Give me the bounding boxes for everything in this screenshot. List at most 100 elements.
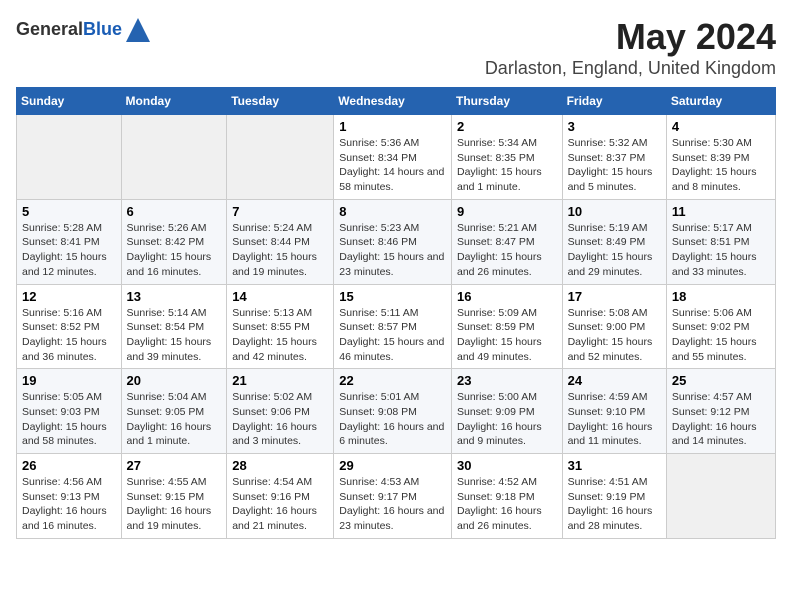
calendar-cell: 2 Sunrise: 5:34 AMSunset: 8:35 PMDaylight… — [451, 115, 562, 200]
calendar-week-row: 26 Sunrise: 4:56 AMSunset: 9:13 PMDayligh… — [17, 454, 776, 539]
calendar-cell — [227, 115, 334, 200]
day-number: 2 — [457, 119, 557, 134]
day-info: Sunrise: 5:19 AMSunset: 8:49 PMDaylight:… — [568, 221, 661, 280]
day-number: 29 — [339, 458, 446, 473]
day-info: Sunrise: 4:59 AMSunset: 9:10 PMDaylight:… — [568, 390, 661, 449]
day-number: 18 — [672, 289, 770, 304]
calendar-cell: 1Sunrise: 5:36 AMSunset: 8:34 PMDaylight… — [334, 115, 452, 200]
calendar-cell — [17, 115, 122, 200]
day-info: Sunrise: 4:54 AMSunset: 9:16 PMDaylight:… — [232, 475, 328, 534]
day-info: Sunrise: 5:01 AMSunset: 9:08 PMDaylight:… — [339, 390, 446, 449]
day-info: Sunrise: 5:09 AMSunset: 8:59 PMDaylight:… — [457, 306, 557, 365]
calendar-cell: 14 Sunrise: 5:13 AMSunset: 8:55 PMDayligh… — [227, 284, 334, 369]
day-number: 8 — [339, 204, 446, 219]
weekday-header: Sunday — [17, 88, 122, 115]
day-number: 24 — [568, 373, 661, 388]
day-number: 7 — [232, 204, 328, 219]
calendar-week-row: 12 Sunrise: 5:16 AMSunset: 8:52 PMDayligh… — [17, 284, 776, 369]
day-info: Sunrise: 5:13 AMSunset: 8:55 PMDaylight:… — [232, 306, 328, 365]
day-info: Sunrise: 5:28 AMSunset: 8:41 PMDaylight:… — [22, 221, 116, 280]
day-number: 21 — [232, 373, 328, 388]
day-number: 17 — [568, 289, 661, 304]
day-info: Sunrise: 4:53 AMSunset: 9:17 PMDaylight:… — [339, 475, 446, 534]
calendar-cell: 10 Sunrise: 5:19 AMSunset: 8:49 PMDayligh… — [562, 199, 666, 284]
day-info: Sunrise: 5:00 AMSunset: 9:09 PMDaylight:… — [457, 390, 557, 449]
logo-icon — [124, 16, 152, 44]
day-info: Sunrise: 5:16 AMSunset: 8:52 PMDaylight:… — [22, 306, 116, 365]
calendar-cell: 3 Sunrise: 5:32 AMSunset: 8:37 PMDaylight… — [562, 115, 666, 200]
day-number: 5 — [22, 204, 116, 219]
subtitle: Darlaston, England, United Kingdom — [485, 58, 776, 79]
day-number: 14 — [232, 289, 328, 304]
day-number: 6 — [127, 204, 222, 219]
calendar-cell: 7 Sunrise: 5:24 AMSunset: 8:44 PMDaylight… — [227, 199, 334, 284]
day-info: Sunrise: 4:55 AMSunset: 9:15 PMDaylight:… — [127, 475, 222, 534]
logo-text: GeneralBlue — [16, 20, 122, 40]
day-number: 26 — [22, 458, 116, 473]
calendar-cell: 30 Sunrise: 4:52 AMSunset: 9:18 PMDayligh… — [451, 454, 562, 539]
day-info: Sunrise: 5:34 AMSunset: 8:35 PMDaylight:… — [457, 136, 557, 195]
day-number: 20 — [127, 373, 222, 388]
day-info: Sunrise: 5:06 AMSunset: 9:02 PMDaylight:… — [672, 306, 770, 365]
calendar-cell: 21 Sunrise: 5:02 AMSunset: 9:06 PMDayligh… — [227, 369, 334, 454]
day-number: 23 — [457, 373, 557, 388]
calendar-cell: 29 Sunrise: 4:53 AMSunset: 9:17 PMDayligh… — [334, 454, 452, 539]
weekday-header: Monday — [121, 88, 227, 115]
day-number: 22 — [339, 373, 446, 388]
day-number: 16 — [457, 289, 557, 304]
day-info: Sunrise: 5:30 AMSunset: 8:39 PMDaylight:… — [672, 136, 770, 195]
day-info: Sunrise: 4:52 AMSunset: 9:18 PMDaylight:… — [457, 475, 557, 534]
day-info: Sunrise: 5:24 AMSunset: 8:44 PMDaylight:… — [232, 221, 328, 280]
calendar-cell: 8Sunrise: 5:23 AMSunset: 8:46 PMDaylight… — [334, 199, 452, 284]
weekday-header: Friday — [562, 88, 666, 115]
day-info: Sunrise: 4:56 AMSunset: 9:13 PMDaylight:… — [22, 475, 116, 534]
title-block: May 2024 Darlaston, England, United King… — [485, 16, 776, 79]
logo: GeneralBlue — [16, 16, 152, 44]
calendar-cell: 20Sunrise: 5:04 AMSunset: 9:05 PMDayligh… — [121, 369, 227, 454]
calendar-cell: 27 Sunrise: 4:55 AMSunset: 9:15 PMDayligh… — [121, 454, 227, 539]
calendar-cell: 26 Sunrise: 4:56 AMSunset: 9:13 PMDayligh… — [17, 454, 122, 539]
day-number: 27 — [127, 458, 222, 473]
calendar-cell: 23 Sunrise: 5:00 AMSunset: 9:09 PMDayligh… — [451, 369, 562, 454]
calendar-cell — [121, 115, 227, 200]
day-number: 1 — [339, 119, 446, 134]
calendar-cell — [666, 454, 775, 539]
calendar-week-row: 19Sunrise: 5:05 AMSunset: 9:03 PMDayligh… — [17, 369, 776, 454]
calendar-cell: 4Sunrise: 5:30 AMSunset: 8:39 PMDaylight… — [666, 115, 775, 200]
header-section: GeneralBlue May 2024 Darlaston, England,… — [16, 16, 776, 79]
calendar-cell: 25Sunrise: 4:57 AMSunset: 9:12 PMDayligh… — [666, 369, 775, 454]
day-info: Sunrise: 5:02 AMSunset: 9:06 PMDaylight:… — [232, 390, 328, 449]
day-number: 12 — [22, 289, 116, 304]
calendar-week-row: 1Sunrise: 5:36 AMSunset: 8:34 PMDaylight… — [17, 115, 776, 200]
day-info: Sunrise: 5:05 AMSunset: 9:03 PMDaylight:… — [22, 390, 116, 449]
calendar-table: SundayMondayTuesdayWednesdayThursdayFrid… — [16, 87, 776, 539]
calendar-cell: 17Sunrise: 5:08 AMSunset: 9:00 PMDayligh… — [562, 284, 666, 369]
calendar-cell: 16 Sunrise: 5:09 AMSunset: 8:59 PMDayligh… — [451, 284, 562, 369]
day-number: 9 — [457, 204, 557, 219]
day-number: 25 — [672, 373, 770, 388]
day-info: Sunrise: 5:26 AMSunset: 8:42 PMDaylight:… — [127, 221, 222, 280]
day-number: 30 — [457, 458, 557, 473]
calendar-cell: 9 Sunrise: 5:21 AMSunset: 8:47 PMDaylight… — [451, 199, 562, 284]
logo-blue: Blue — [83, 19, 122, 39]
calendar-cell: 5 Sunrise: 5:28 AMSunset: 8:41 PMDaylight… — [17, 199, 122, 284]
weekday-header: Thursday — [451, 88, 562, 115]
weekday-header: Tuesday — [227, 88, 334, 115]
logo-general: General — [16, 19, 83, 39]
day-number: 10 — [568, 204, 661, 219]
calendar-cell: 19Sunrise: 5:05 AMSunset: 9:03 PMDayligh… — [17, 369, 122, 454]
calendar-cell: 12 Sunrise: 5:16 AMSunset: 8:52 PMDayligh… — [17, 284, 122, 369]
weekday-header: Wednesday — [334, 88, 452, 115]
calendar-cell: 22 Sunrise: 5:01 AMSunset: 9:08 PMDayligh… — [334, 369, 452, 454]
day-number: 11 — [672, 204, 770, 219]
calendar-cell: 28Sunrise: 4:54 AMSunset: 9:16 PMDayligh… — [227, 454, 334, 539]
calendar-cell: 31Sunrise: 4:51 AMSunset: 9:19 PMDayligh… — [562, 454, 666, 539]
calendar-cell: 24 Sunrise: 4:59 AMSunset: 9:10 PMDayligh… — [562, 369, 666, 454]
day-info: Sunrise: 5:21 AMSunset: 8:47 PMDaylight:… — [457, 221, 557, 280]
day-number: 31 — [568, 458, 661, 473]
weekday-header-row: SundayMondayTuesdayWednesdayThursdayFrid… — [17, 88, 776, 115]
day-info: Sunrise: 5:32 AMSunset: 8:37 PMDaylight:… — [568, 136, 661, 195]
day-info: Sunrise: 5:14 AMSunset: 8:54 PMDaylight:… — [127, 306, 222, 365]
weekday-header: Saturday — [666, 88, 775, 115]
day-number: 3 — [568, 119, 661, 134]
